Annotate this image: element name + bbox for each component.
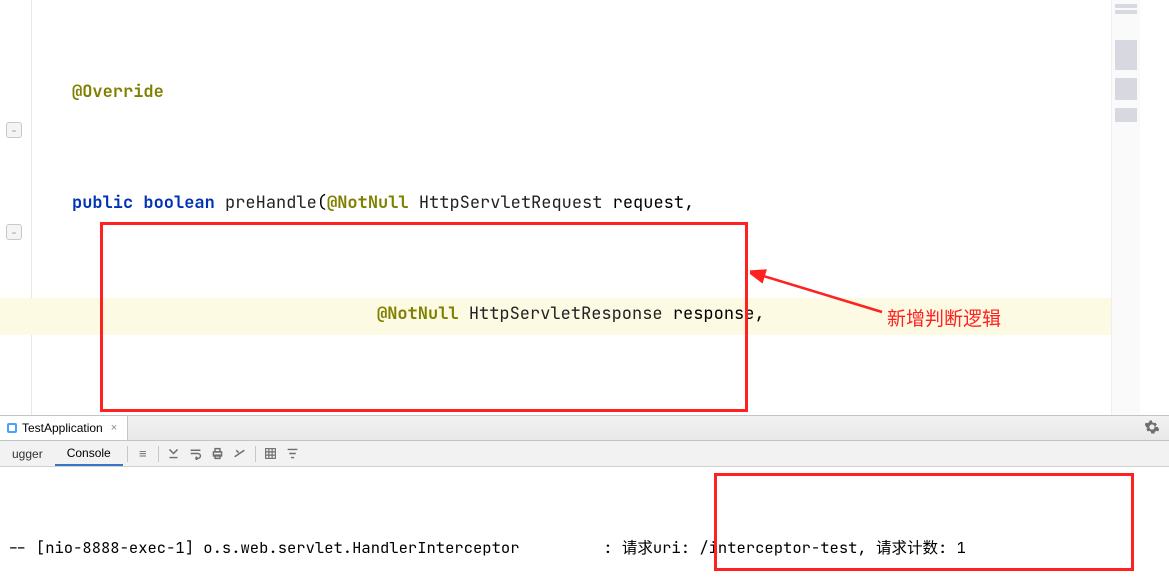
- code-line: @Override: [32, 74, 1140, 111]
- debugger-tab[interactable]: ugger: [0, 441, 55, 466]
- annotation-label: 新增判断逻辑: [887, 304, 1001, 331]
- code-editor[interactable]: − − @Override public boolean preHandle(@…: [0, 0, 1140, 415]
- clear-icon[interactable]: [229, 443, 251, 465]
- console-tab[interactable]: Console: [55, 441, 123, 466]
- close-icon[interactable]: ×: [111, 422, 117, 434]
- soft-wrap-icon[interactable]: [185, 443, 207, 465]
- toolbar-list-icon[interactable]: ≡: [132, 443, 154, 465]
- debug-toolbar: ugger Console ≡: [0, 441, 1169, 467]
- run-tab-label: TestApplication: [22, 421, 103, 435]
- collapse-marker-icon[interactable]: −: [6, 122, 22, 138]
- gear-icon[interactable]: [1135, 420, 1169, 437]
- annotation: @Override: [72, 81, 164, 103]
- toolbar-separator: [158, 446, 159, 462]
- toolbar-separator: [127, 446, 128, 462]
- toolbar-separator: [255, 446, 256, 462]
- code-line: @NotNull Object handler) {: [32, 407, 1140, 415]
- grid-icon[interactable]: [260, 443, 282, 465]
- run-tool-window-tabs: TestApplication ×: [0, 415, 1169, 441]
- code-content[interactable]: @Override public boolean preHandle(@NotN…: [32, 0, 1140, 415]
- code-line: public boolean preHandle(@NotNull HttpSe…: [32, 185, 1140, 222]
- console-line: -- [nio-8888-exec-1] o.s.web.servlet.Han…: [8, 533, 1161, 563]
- console-output[interactable]: -- [nio-8888-exec-1] o.s.web.servlet.Han…: [0, 467, 1169, 581]
- editor-gutter: − −: [0, 0, 32, 415]
- run-config-icon: [6, 422, 18, 434]
- print-icon[interactable]: [207, 443, 229, 465]
- run-tab-testapplication[interactable]: TestApplication ×: [0, 416, 128, 440]
- collapse-marker-icon[interactable]: −: [6, 224, 22, 240]
- filter-icon[interactable]: [282, 443, 304, 465]
- scroll-to-end-icon[interactable]: [163, 443, 185, 465]
- editor-minimap[interactable]: [1111, 0, 1140, 415]
